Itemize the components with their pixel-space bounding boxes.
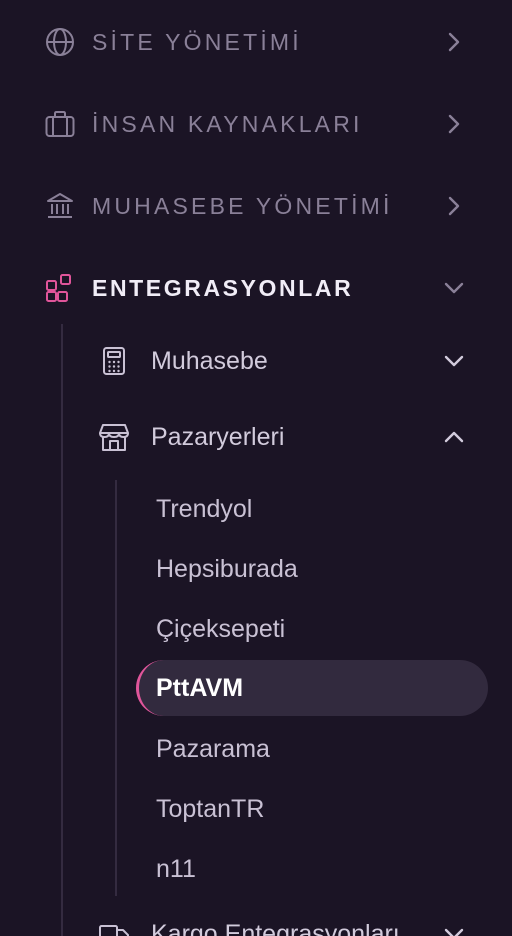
truck-icon — [98, 918, 130, 936]
nav-subitem-muhasebe[interactable]: Muhasebe — [92, 333, 492, 389]
nav-section-label: İNSAN KAYNAKLARI — [92, 111, 363, 137]
chevron-down-icon — [440, 274, 468, 302]
chevron-right-icon — [440, 28, 468, 56]
nav-section-label: ENTEGRASYONLAR — [92, 275, 354, 301]
nav-section-label: SİTE YÖNETİMİ — [92, 29, 302, 55]
nav-section-label: MUHASEBE YÖNETİMİ — [92, 193, 393, 219]
marketplace-item-n11[interactable]: n11 — [136, 841, 488, 897]
marketplace-label: PttAVM — [156, 674, 244, 702]
apps-add-icon — [44, 272, 76, 304]
chevron-right-icon — [440, 110, 468, 138]
nav-subitem-kargo-entegrasyonlari[interactable]: Kargo Entegrasyonları — [92, 906, 492, 936]
store-icon — [98, 421, 130, 453]
marketplace-label: Hepsiburada — [156, 555, 298, 583]
marketplace-label: Çiçeksepeti — [156, 615, 286, 643]
chevron-up-icon — [440, 423, 468, 451]
calculator-icon — [98, 345, 130, 377]
marketplace-item-pttavm[interactable]: PttAVM — [136, 660, 488, 716]
nav-subitem-pazaryerleri[interactable]: Pazaryerleri — [92, 409, 492, 465]
marketplace-label: Trendyol — [156, 495, 253, 523]
marketplace-label: Pazarama — [156, 735, 270, 763]
nav-subitem-label: Kargo Entegrasyonları — [151, 920, 400, 936]
bank-icon — [44, 190, 76, 222]
nav-subitem-label: Pazaryerleri — [151, 423, 285, 451]
briefcase-icon — [44, 108, 76, 140]
nav-section-site-yonetimi[interactable]: SİTE YÖNETİMİ — [0, 12, 512, 72]
chevron-down-icon — [440, 920, 468, 936]
nav-section-muhasebe-yonetimi[interactable]: MUHASEBE YÖNETİMİ — [0, 176, 512, 236]
marketplace-item-hepsiburada[interactable]: Hepsiburada — [136, 541, 488, 597]
nav-section-insan-kaynaklari[interactable]: İNSAN KAYNAKLARI — [0, 94, 512, 154]
marketplace-label: ToptanTR — [156, 795, 265, 823]
nav-section-entegrasyonlar[interactable]: ENTEGRASYONLAR — [0, 258, 512, 318]
tree-guide-line — [115, 480, 117, 896]
chevron-right-icon — [440, 192, 468, 220]
tree-guide-line — [61, 324, 63, 936]
globe-icon — [44, 26, 76, 58]
chevron-down-icon — [440, 347, 468, 375]
marketplace-item-toptantr[interactable]: ToptanTR — [136, 781, 488, 837]
sidebar-nav: SİTE YÖNETİMİ İNSAN KAYNAKLARI MUHASEBE … — [0, 0, 512, 936]
marketplace-item-pazarama[interactable]: Pazarama — [136, 721, 488, 777]
marketplace-item-trendyol[interactable]: Trendyol — [136, 481, 488, 537]
marketplace-label: n11 — [156, 855, 196, 883]
nav-subitem-label: Muhasebe — [151, 347, 268, 375]
marketplace-item-ciceksepeti[interactable]: Çiçeksepeti — [136, 601, 488, 657]
